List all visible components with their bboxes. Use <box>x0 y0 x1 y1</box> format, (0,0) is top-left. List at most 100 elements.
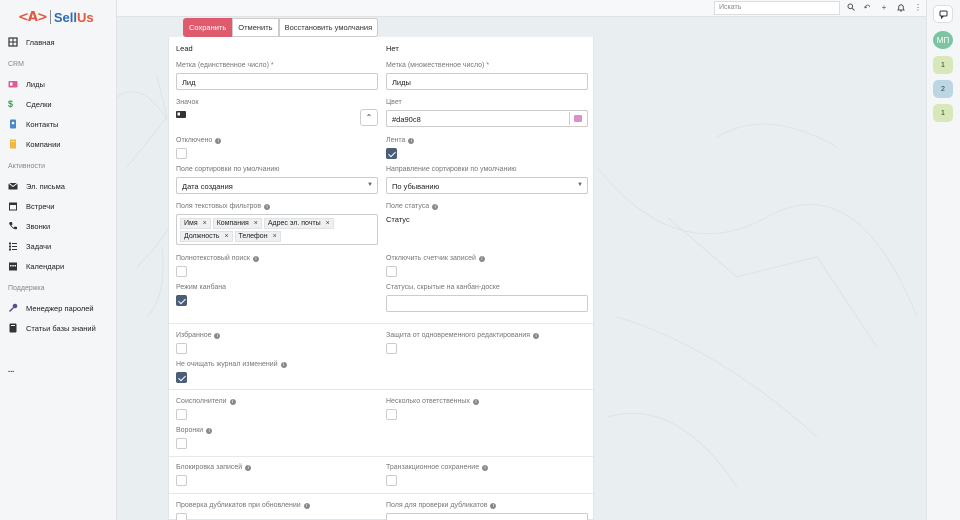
info-icon: i <box>482 465 489 471</box>
history-icon[interactable]: ↶ <box>862 3 872 13</box>
divider <box>169 493 595 494</box>
fulltext-checkbox[interactable] <box>176 266 187 277</box>
sidebar-item-emails[interactable]: Эл. письма <box>8 179 112 193</box>
address-book-icon <box>8 119 18 129</box>
sidebar-item-label: Менеджер паролей <box>26 303 94 313</box>
sidebar-item-meetings[interactable]: Встречи <box>8 199 112 213</box>
funnels-checkbox[interactable] <box>176 438 187 449</box>
keep-audit-label: Не очищать журнал изменений i <box>176 361 287 368</box>
reset-defaults-button[interactable]: Восстановить умолчания <box>278 18 379 37</box>
sidebar-item-companies[interactable]: Компании <box>8 137 112 151</box>
color-swatch[interactable] <box>569 112 586 125</box>
kanban-hidden-label: Статусы, скрытые на канбан-доске <box>386 284 500 291</box>
chevron-up-icon[interactable]: ⌃ <box>360 109 378 126</box>
funnels-label: Воронки i <box>176 427 213 434</box>
info-icon: i <box>303 503 310 509</box>
save-button[interactable]: Сохранить <box>183 18 233 37</box>
transactional-label: Транзакционное сохранение i <box>386 464 489 471</box>
status-field-label: Поле статуса i <box>386 203 439 210</box>
cancel-button[interactable]: Отменить <box>232 18 279 37</box>
transactional-checkbox[interactable] <box>386 475 397 486</box>
fulltext-label: Полнотекстовый поиск i <box>176 255 259 262</box>
filter-tag[interactable]: Телефон × <box>234 231 281 242</box>
sidebar-item-deals[interactable]: $ Сделки <box>8 97 112 111</box>
label-plural-field[interactable]: Лиды <box>386 73 588 90</box>
action-toolbar: Сохранить Отменить Восстановить умолчани… <box>183 18 379 37</box>
close-icon: × <box>224 233 229 240</box>
sidebar-item-calendars[interactable]: Календари <box>8 259 112 273</box>
sort-direction-select[interactable]: По убыванию ▼ <box>386 177 588 194</box>
sidebar-item-contacts[interactable]: Контакты <box>8 117 112 131</box>
calendar-icon <box>8 201 18 211</box>
text-filters-field[interactable]: Имя × Компания × Адрес эл. почты × Должность × Т… <box>176 214 378 245</box>
keep-audit-checkbox[interactable] <box>176 372 187 383</box>
sidebar-item-password-manager[interactable]: Менеджер паролей <box>8 301 112 315</box>
text-filters-label: Поля текстовых фильтров i <box>176 203 271 210</box>
kanban-hidden-field[interactable] <box>386 295 588 312</box>
filter-tag[interactable]: Должность × <box>180 231 233 242</box>
logo-separator <box>49 10 51 24</box>
sidebar-item-home[interactable]: Главная <box>8 35 112 49</box>
sidebar-item-kb-articles[interactable]: Статьи базы знаний <box>8 321 112 335</box>
right-bar: МП 1 2 1 <box>926 0 960 520</box>
disabled-label: Отключено i <box>176 137 222 144</box>
plus-icon[interactable]: + <box>879 3 889 13</box>
stream-checkbox[interactable] <box>386 148 397 159</box>
close-icon: × <box>272 233 277 240</box>
filter-tag[interactable]: Имя × <box>180 218 211 229</box>
sort-by-select[interactable]: Дата создания ▼ <box>176 177 378 194</box>
sidebar-section-activities: Активности <box>8 163 46 170</box>
concurrent-edit-checkbox[interactable] <box>386 343 397 354</box>
entity-settings-panel: Lead Нет Метка (единственное число) * Ли… <box>168 37 595 520</box>
notification-badge[interactable]: 1 <box>933 104 953 122</box>
sidebar-item-label: Эл. письма <box>26 181 65 191</box>
info-icon: i <box>229 399 236 405</box>
sidebar: <A> SellUs Главная CRM Лиды $ Сделки Кон… <box>0 0 117 520</box>
color-field[interactable]: #da90c8 <box>386 110 588 127</box>
record-lock-label: Блокировка записей i <box>176 464 252 471</box>
info-icon: i <box>432 204 439 210</box>
duplicate-fields-label: Поля для проверки дубликатов i <box>386 502 497 509</box>
kanban-checkbox[interactable] <box>176 295 187 306</box>
sidebar-more-button[interactable]: ... <box>8 362 112 376</box>
avatar[interactable]: МП <box>933 31 953 49</box>
bell-icon[interactable] <box>896 3 906 13</box>
sidebar-section-crm: CRM <box>8 61 24 68</box>
sidebar-item-tasks[interactable]: Задачи <box>8 239 112 253</box>
collaborators-checkbox[interactable] <box>176 409 187 420</box>
concurrent-edit-label: Защита от одновременного редактирования i <box>386 332 540 339</box>
label-single-field[interactable]: Лид <box>176 73 378 90</box>
sidebar-item-label: Статьи базы знаний <box>26 323 96 333</box>
tasks-icon <box>8 241 18 251</box>
disabled-checkbox[interactable] <box>176 148 187 159</box>
chat-icon[interactable] <box>933 5 953 23</box>
count-disabled-checkbox[interactable] <box>386 266 397 277</box>
sidebar-item-calls[interactable]: Звонки <box>8 219 112 233</box>
filter-tag[interactable]: Компания × <box>212 218 262 229</box>
sidebar-item-label: Контакты <box>26 119 59 129</box>
info-icon: i <box>206 428 213 434</box>
status-field-value: Статус <box>386 215 410 224</box>
id-card-icon <box>176 111 186 118</box>
logo-name: SellUs <box>53 9 94 25</box>
stream-value: Нет <box>386 44 399 53</box>
multiple-assigned-label: Несколько ответственных i <box>386 398 479 405</box>
duplicate-check-checkbox[interactable] <box>176 513 187 520</box>
search-input[interactable]: Искать <box>714 1 840 15</box>
info-icon: i <box>472 399 479 405</box>
favorites-checkbox[interactable] <box>176 343 187 354</box>
notification-badge[interactable]: 2 <box>933 80 953 98</box>
logo[interactable]: <A> SellUs <box>18 8 94 26</box>
sidebar-item-label: Лиды <box>26 79 45 89</box>
multiple-assigned-checkbox[interactable] <box>386 409 397 420</box>
record-lock-checkbox[interactable] <box>176 475 187 486</box>
filter-tag[interactable]: Адрес эл. почты × <box>263 218 334 229</box>
sidebar-item-leads[interactable]: Лиды <box>8 77 112 91</box>
notification-badge[interactable]: 1 <box>933 56 953 74</box>
book-icon <box>8 323 18 333</box>
duplicate-fields-field[interactable] <box>386 513 588 520</box>
info-icon: i <box>252 256 259 262</box>
menu-dots-icon[interactable]: ⋮ <box>913 3 923 13</box>
icon-label: Значок <box>176 99 199 106</box>
search-icon[interactable] <box>846 3 856 13</box>
